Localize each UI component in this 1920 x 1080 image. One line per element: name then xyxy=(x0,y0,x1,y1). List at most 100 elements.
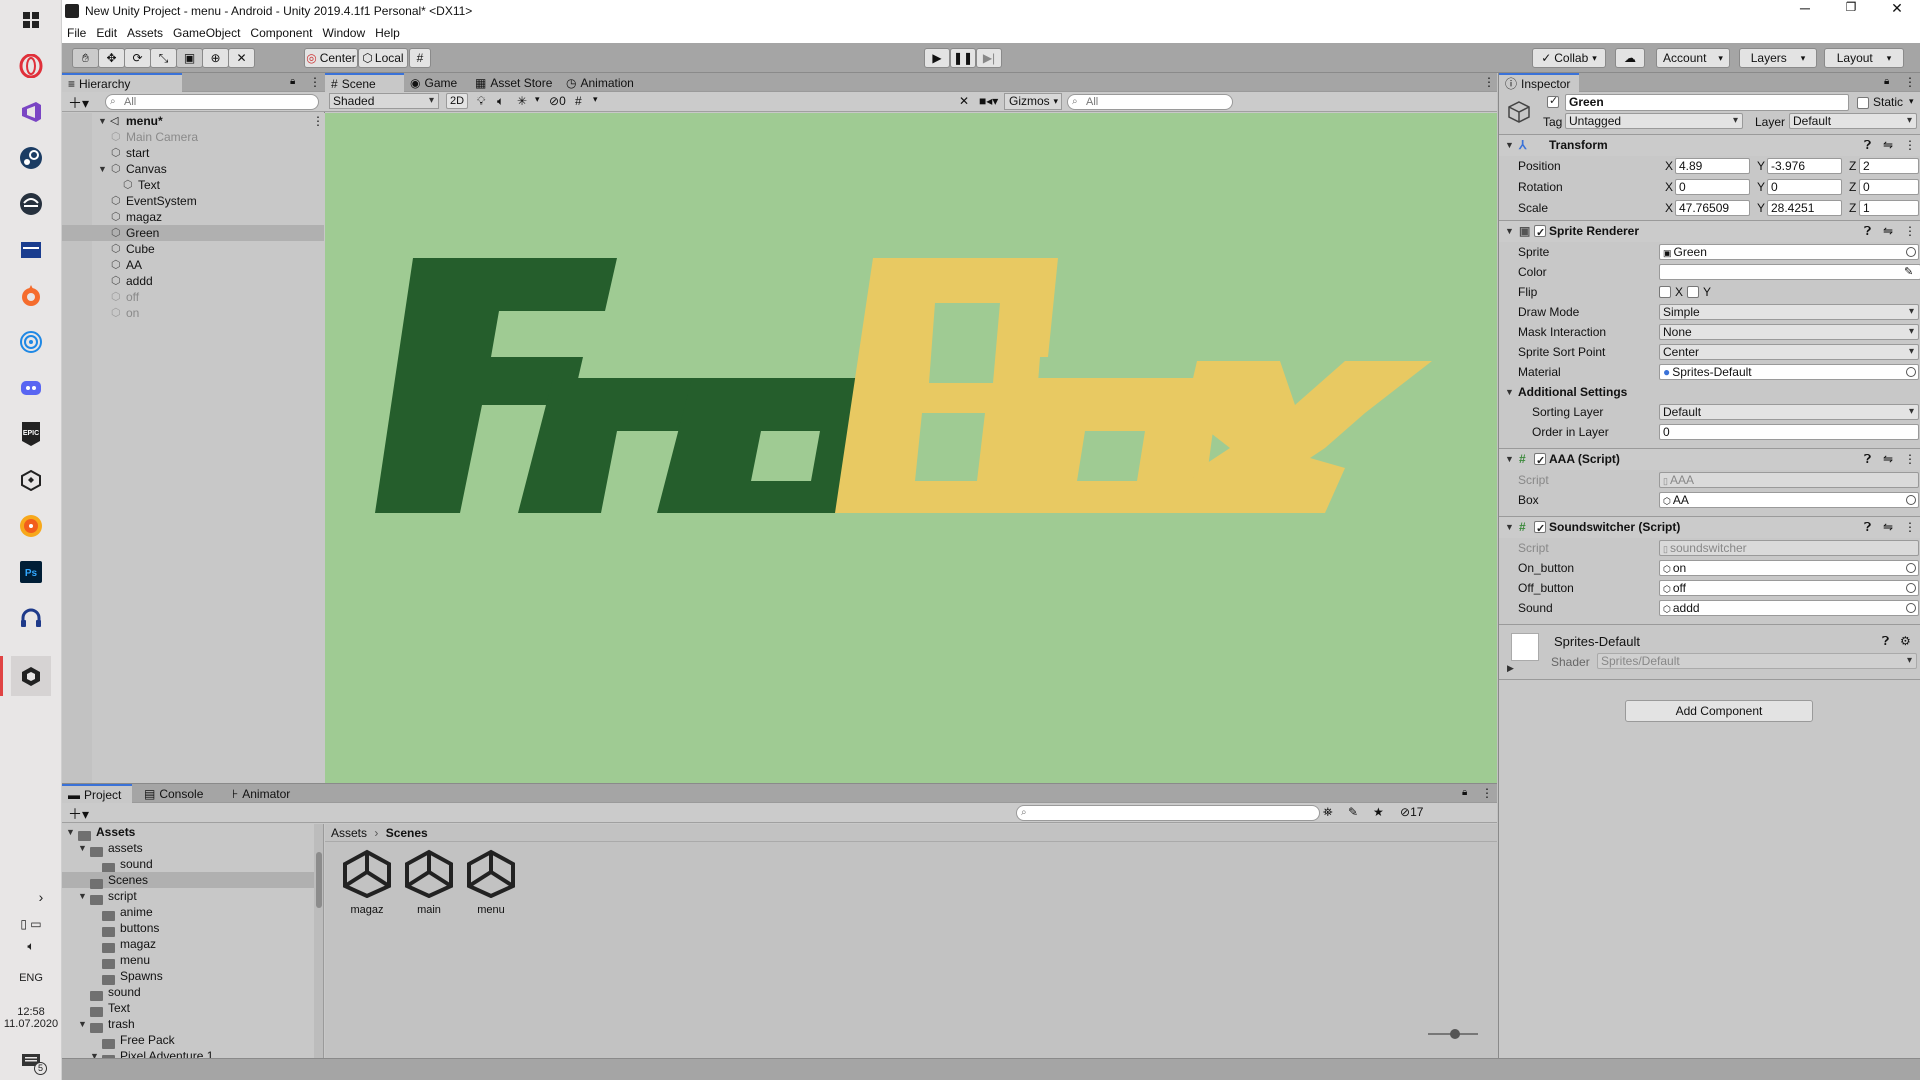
flip-x-checkbox[interactable] xyxy=(1659,286,1671,298)
play-button-icon[interactable]: ▶ xyxy=(924,48,950,68)
hierarchy-item[interactable]: ⬡ magaz xyxy=(62,209,324,225)
origin-icon[interactable] xyxy=(11,276,51,316)
on-button-field[interactable]: ⬡ on xyxy=(1659,560,1919,576)
object-picker-icon[interactable] xyxy=(1906,603,1916,613)
project-lock-icon[interactable]: 🔒︎ xyxy=(1462,787,1467,798)
rotation-x-input[interactable]: 0 xyxy=(1675,179,1750,195)
menu-component[interactable]: Component xyxy=(245,26,317,40)
favorites-icon[interactable]: ★ xyxy=(1373,805,1384,819)
hand-tool-icon[interactable]: ✋︎ xyxy=(72,48,99,68)
project-folder-item[interactable]: ▼ trash xyxy=(62,1016,314,1033)
menu-window[interactable]: Window xyxy=(317,26,370,40)
tab-scene[interactable]: # Scene xyxy=(325,73,404,92)
help-icon[interactable]: ❓︎ xyxy=(1882,634,1889,649)
component-menu-icon[interactable]: ⋮ xyxy=(1904,135,1916,156)
scene-canvas[interactable] xyxy=(325,113,1497,783)
gizmos-dropdown[interactable]: Gizmos ▾ xyxy=(1004,93,1062,110)
steam-icon[interactable] xyxy=(11,138,51,178)
effects-toggle-icon[interactable]: ✳ xyxy=(517,94,527,108)
mask-interaction-dropdown[interactable]: None xyxy=(1659,324,1919,340)
effects-dropdown-icon[interactable]: ▾ xyxy=(535,94,540,105)
expand-arrow-icon[interactable]: ▼ xyxy=(78,840,87,856)
unity-hub-icon[interactable] xyxy=(11,460,51,500)
aaa-script-header[interactable]: ▼ # AAA (Script) ❓︎ ⇋ ⋮ xyxy=(1499,448,1920,472)
project-folder-item[interactable]: sound xyxy=(62,984,314,1001)
lock-icon[interactable]: 🔒︎ xyxy=(290,76,295,87)
collab-button[interactable]: ✓ Collab ▾ xyxy=(1532,48,1606,68)
sound-field[interactable]: ⬡ addd xyxy=(1659,600,1919,616)
pivot-rotation-button[interactable]: ⬡ Local xyxy=(358,48,408,68)
volume-icon[interactable]: 🔈︎ xyxy=(0,939,62,954)
object-picker-icon[interactable] xyxy=(1906,495,1916,505)
battery-network-icon[interactable]: ▯ ▭ xyxy=(0,917,62,931)
hierarchy-item[interactable]: ⬡ Main Camera xyxy=(62,129,324,145)
audio-toggle-icon[interactable]: 🔈︎ xyxy=(497,94,504,109)
project-search-input[interactable]: ⌕ xyxy=(1016,805,1320,821)
step-button-icon[interactable]: ▶| xyxy=(976,48,1002,68)
sprite-field[interactable]: ▣ Green xyxy=(1659,244,1919,260)
search-by-type-icon[interactable]: ⛯ xyxy=(1323,805,1333,820)
hierarchy-item[interactable]: ⬡ on xyxy=(62,305,324,321)
transform-header[interactable]: ▼ ⅄ Transform ❓︎ ⇋ ⋮ xyxy=(1499,134,1920,156)
epic-games-icon[interactable]: EPIC xyxy=(11,414,51,454)
tab-asset-store[interactable]: ▦ Asset Store xyxy=(469,73,560,92)
unity-icon[interactable] xyxy=(0,656,51,696)
tag-dropdown[interactable]: Untagged xyxy=(1565,113,1743,129)
scene-menu-icon[interactable]: ⋮ xyxy=(312,113,324,129)
sprite-renderer-header[interactable]: ▼ ▣ Sprite Renderer ❓︎ ⇋ ⋮ xyxy=(1499,220,1920,244)
layers-dropdown[interactable]: Layers ▾ xyxy=(1739,48,1817,68)
presets-icon[interactable]: ⇋ xyxy=(1883,449,1893,470)
material-fold-icon[interactable]: ▶ xyxy=(1507,663,1514,674)
toggle-2d-button[interactable]: 2D xyxy=(446,93,468,109)
inspector-lock-icon[interactable]: 🔒︎ xyxy=(1884,76,1889,87)
off-button-field[interactable]: ⬡ off xyxy=(1659,580,1919,596)
layout-dropdown[interactable]: Layout ▾ xyxy=(1824,48,1904,68)
position-y-input[interactable]: -3.976 xyxy=(1767,158,1842,174)
inspector-kebab-icon[interactable]: ⋮ xyxy=(1904,75,1916,89)
project-folder-item[interactable]: Free Pack xyxy=(62,1032,314,1049)
project-folder-item[interactable]: ▼ Assets xyxy=(62,824,314,841)
soundswitcher-header[interactable]: ▼ # Soundswitcher (Script) ❓︎ ⇋ ⋮ xyxy=(1499,516,1920,540)
hierarchy-item[interactable]: ⬡ addd xyxy=(62,273,324,289)
minimize-icon[interactable]: ─ xyxy=(1782,0,1828,17)
clock-time[interactable]: 12:58 xyxy=(0,1006,62,1018)
expand-arrow-icon[interactable]: ▼ xyxy=(78,888,87,904)
scene-row[interactable]: ▼ ◁ menu* ⋮ xyxy=(62,113,324,129)
hierarchy-search-input[interactable]: ⌕ All xyxy=(105,94,319,110)
discord-icon[interactable] xyxy=(11,368,51,408)
scene-asset-item[interactable]: menu xyxy=(463,848,519,918)
component-menu-icon[interactable]: ⋮ xyxy=(1904,449,1916,470)
help-icon[interactable]: ❓︎ xyxy=(1864,517,1871,538)
osu-icon[interactable] xyxy=(11,322,51,362)
scale-x-input[interactable]: 47.76509 xyxy=(1675,200,1750,216)
scale-z-input[interactable]: 1 xyxy=(1859,200,1919,216)
menu-file[interactable]: File xyxy=(62,26,91,40)
project-folder-item[interactable]: magaz xyxy=(62,936,314,953)
component-menu-icon[interactable]: ⋮ xyxy=(1904,517,1916,538)
opera-icon[interactable] xyxy=(11,46,51,86)
presets-icon[interactable]: ⇋ xyxy=(1883,221,1893,242)
static-dropdown-icon[interactable]: ▾ xyxy=(1909,96,1914,107)
search-by-label-icon[interactable]: ✎ xyxy=(1348,805,1358,819)
order-in-layer-input[interactable]: 0 xyxy=(1659,424,1919,440)
menu-gameobject[interactable]: GameObject xyxy=(168,26,245,40)
project-kebab-icon[interactable]: ⋮ xyxy=(1481,786,1493,800)
windows-start-icon[interactable] xyxy=(11,0,51,40)
icon-size-slider[interactable] xyxy=(1428,1029,1478,1039)
photoshop-icon[interactable]: Ps xyxy=(11,552,51,592)
tree-scroll-thumb[interactable] xyxy=(316,852,322,908)
aaa-script-fold-icon[interactable]: ▼ xyxy=(1505,449,1514,470)
grid-snap-icon[interactable]: # xyxy=(409,48,431,68)
expand-arrow-icon[interactable]: ▼ xyxy=(98,113,107,129)
icon-size-slider-thumb[interactable] xyxy=(1450,1029,1460,1039)
rect-tool-icon[interactable]: ▣ xyxy=(176,48,203,68)
hierarchy-item[interactable]: ⬡ AA xyxy=(62,257,324,273)
scene-search-input[interactable]: ⌕ All xyxy=(1067,94,1233,110)
tab-hierarchy[interactable]: ≡ Hierarchy xyxy=(62,73,182,92)
material-field[interactable]: ● Sprites-Default xyxy=(1659,364,1919,380)
scene-kebab-icon[interactable]: ⋮ xyxy=(1483,75,1495,89)
lighting-toggle-icon[interactable]: 💡︎ xyxy=(477,94,485,109)
transform-fold-icon[interactable]: ▼ xyxy=(1505,135,1514,156)
headphones-icon[interactable] xyxy=(11,598,51,638)
menu-help[interactable]: Help xyxy=(370,26,405,40)
